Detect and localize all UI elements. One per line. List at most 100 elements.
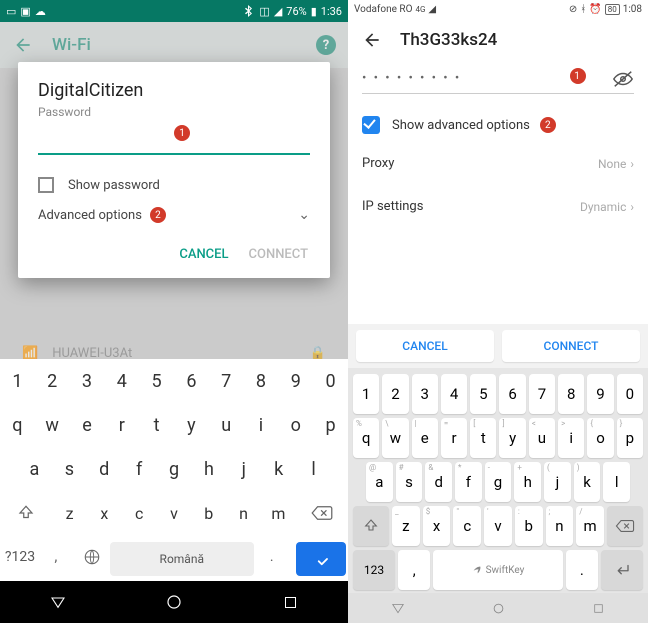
spacebar[interactable]: SwiftKey <box>433 550 562 590</box>
key-t[interactable]: t <box>139 403 174 447</box>
show-advanced-row[interactable]: Show advanced options 2 <box>348 108 648 142</box>
key-2[interactable]: 2 <box>35 359 70 403</box>
connect-button[interactable]: CONNECT <box>502 330 640 362</box>
symbols-key[interactable]: 123 <box>353 550 395 590</box>
backspace-key[interactable] <box>296 491 348 535</box>
key-i[interactable]: >i <box>558 418 584 458</box>
key-r[interactable]: r <box>104 403 139 447</box>
key-v[interactable]: 'v <box>484 506 512 546</box>
key-p[interactable]: }p <box>617 418 643 458</box>
key-s[interactable]: s <box>52 447 87 491</box>
show-password-row[interactable]: Show password <box>38 177 310 193</box>
cancel-button[interactable]: CANCEL <box>179 247 228 262</box>
key-e[interactable]: |e <box>412 418 438 458</box>
key-b[interactable]: :b <box>515 506 543 546</box>
key-w[interactable]: w <box>35 403 70 447</box>
key-m[interactable]: m <box>261 491 296 535</box>
key-j[interactable]: j <box>226 447 261 491</box>
key-o[interactable]: o <box>278 403 313 447</box>
key-p[interactable]: p <box>313 403 348 447</box>
key-n[interactable]: n <box>226 491 261 535</box>
back-icon[interactable] <box>12 34 34 56</box>
comma-key[interactable]: , <box>398 550 430 590</box>
key-0[interactable]: 0 <box>313 359 348 403</box>
key-q[interactable]: q <box>0 403 35 447</box>
key-l[interactable]: l <box>296 447 331 491</box>
nav-back-icon[interactable] <box>50 594 66 610</box>
proxy-setting[interactable]: Proxy None› <box>348 142 648 185</box>
nav-recent-icon[interactable] <box>283 595 298 610</box>
password-input[interactable]: 1 <box>38 129 310 155</box>
key-6[interactable]: 6 <box>499 374 525 414</box>
key-6[interactable]: 6 <box>174 359 209 403</box>
spacebar[interactable]: Română <box>110 542 254 576</box>
nav-back-icon[interactable] <box>391 601 405 615</box>
visibility-off-icon[interactable] <box>612 68 634 90</box>
key-f[interactable]: f <box>122 447 157 491</box>
period-key[interactable]: . <box>254 535 290 579</box>
nav-bar[interactable] <box>0 581 348 623</box>
show-advanced-checkbox[interactable] <box>362 116 380 134</box>
key-k[interactable]: k <box>261 447 296 491</box>
nav-home-icon[interactable] <box>491 601 506 616</box>
key-o[interactable]: {o <box>587 418 613 458</box>
key-e[interactable]: e <box>70 403 105 447</box>
key-4[interactable]: 4 <box>441 374 467 414</box>
nav-home-icon[interactable] <box>165 593 183 611</box>
key-7[interactable]: 7 <box>209 359 244 403</box>
backspace-key[interactable] <box>607 506 643 546</box>
nav-bar[interactable] <box>348 593 648 623</box>
key-r[interactable]: =r <box>441 418 467 458</box>
key-a[interactable]: a <box>17 447 52 491</box>
key-9[interactable]: 9 <box>587 374 613 414</box>
key-c[interactable]: c <box>122 491 157 535</box>
key-1[interactable]: 1 <box>0 359 35 403</box>
key-9[interactable]: 9 <box>278 359 313 403</box>
symbols-key[interactable]: ?123 <box>2 535 38 579</box>
key-c[interactable]: "c <box>453 506 481 546</box>
key-2[interactable]: 2 <box>382 374 408 414</box>
shift-key[interactable] <box>0 491 52 535</box>
key-w[interactable]: \w <box>382 418 408 458</box>
key-7[interactable]: 7 <box>529 374 555 414</box>
key-i[interactable]: i <box>244 403 279 447</box>
nav-recent-icon[interactable] <box>592 602 605 615</box>
key-u[interactable]: u <box>209 403 244 447</box>
key-d[interactable]: d <box>87 447 122 491</box>
password-input[interactable]: • • • • • • • • • 1 <box>362 64 634 94</box>
key-z[interactable]: _z <box>392 506 420 546</box>
cancel-button[interactable]: CANCEL <box>356 330 494 362</box>
key-y[interactable]: ]y <box>499 418 525 458</box>
comma-key[interactable]: , <box>38 535 74 579</box>
key-3[interactable]: 3 <box>412 374 438 414</box>
key-x[interactable]: $x <box>423 506 451 546</box>
key-5[interactable]: 5 <box>139 359 174 403</box>
globe-key[interactable] <box>74 535 110 579</box>
key-l[interactable]: l <box>603 462 630 502</box>
keyboard[interactable]: 1234567890 qwertyuiop asdfghjkl zxcvbnm … <box>0 359 348 581</box>
key-v[interactable]: v <box>157 491 192 535</box>
key-1[interactable]: 1 <box>353 374 379 414</box>
key-y[interactable]: y <box>174 403 209 447</box>
show-password-checkbox[interactable] <box>38 177 54 193</box>
key-u[interactable]: <u <box>529 418 555 458</box>
key-0[interactable]: 0 <box>617 374 643 414</box>
help-icon[interactable]: ? <box>316 35 336 55</box>
ip-setting[interactable]: IP settings Dynamic› <box>348 185 648 228</box>
period-key[interactable]: . <box>566 550 598 590</box>
key-8[interactable]: 8 <box>244 359 279 403</box>
key-j[interactable]: (j <box>544 462 571 502</box>
key-q[interactable]: %q <box>353 418 379 458</box>
key-z[interactable]: z <box>52 491 87 535</box>
key-g[interactable]: -g <box>485 462 512 502</box>
key-k[interactable]: )k <box>574 462 601 502</box>
keyboard[interactable]: 1234567890 %q\w|e=r[t]y<u>i{o}p @a#s&d*f… <box>348 368 648 593</box>
enter-key[interactable] <box>601 550 643 590</box>
key-3[interactable]: 3 <box>70 359 105 403</box>
key-f[interactable]: *f <box>455 462 482 502</box>
connect-button[interactable]: CONNECT <box>249 247 308 262</box>
key-8[interactable]: 8 <box>558 374 584 414</box>
advanced-options-row[interactable]: Advanced options 2 ⌄ <box>38 207 310 223</box>
key-b[interactable]: b <box>191 491 226 535</box>
key-n[interactable]: ;n <box>546 506 574 546</box>
